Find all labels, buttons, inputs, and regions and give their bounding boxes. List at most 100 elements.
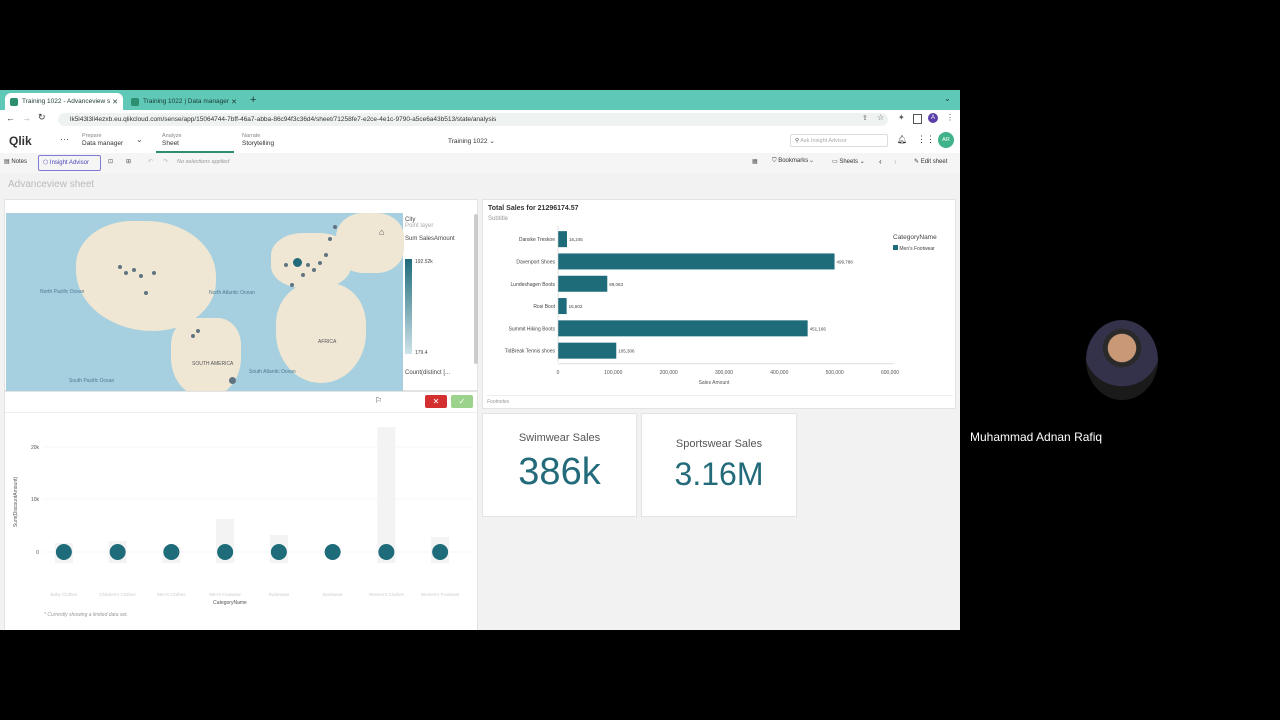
nav-prepare[interactable]: Prepare Data manager [82, 132, 144, 150]
scatter-point[interactable] [217, 544, 234, 560]
insight-advisor-button[interactable]: ⬡ Insight Advisor [38, 155, 101, 171]
browser-menu-icon[interactable]: ⋮ [946, 113, 954, 122]
notes-icon: ▤ [4, 159, 10, 165]
map-point[interactable] [318, 261, 322, 265]
tab-data-manager[interactable]: Training 1022 | Data manager ✕ [126, 93, 242, 110]
map-point[interactable] [144, 291, 148, 295]
map-point[interactable] [293, 258, 302, 267]
home-icon[interactable]: ⌂ [379, 227, 384, 237]
bar-chart[interactable]: Danske Treskoe 16,245 Davenport Shoes 499,7… [483, 222, 957, 392]
map-point[interactable] [196, 329, 200, 333]
bar-legend: CategoryName Men's Footwear [893, 234, 937, 252]
grid-view-icon[interactable]: ▦ [752, 158, 758, 165]
share-icon[interactable]: ⇪ [862, 114, 868, 122]
insight-chart-panel[interactable]: ⚐ ✕ ✓ 20k 10k 0 Sum(DiscountAmount) Baby Clo… [4, 391, 479, 630]
map-point[interactable] [328, 237, 332, 241]
profile-avatar-icon[interactable]: A [928, 113, 938, 123]
sidebar-icon[interactable] [913, 114, 922, 124]
map-point[interactable] [312, 268, 316, 272]
bell-icon[interactable]: 🔔︎ [897, 135, 907, 144]
legend-scrollbar[interactable] [474, 214, 478, 364]
user-avatar[interactable]: AR [938, 132, 954, 148]
scatter-point[interactable] [432, 544, 449, 560]
scatter-point[interactable] [109, 544, 126, 560]
map-point[interactable] [324, 253, 328, 257]
bar[interactable] [558, 253, 835, 270]
more-icon[interactable]: ⋯ [60, 134, 69, 145]
bar[interactable] [558, 298, 567, 315]
bar-legend-title: CategoryName [893, 234, 937, 241]
reload-icon[interactable]: ↻ [38, 112, 46, 123]
notes-button[interactable]: ▤ Notes [4, 158, 27, 165]
scatter-point[interactable] [55, 544, 72, 560]
kpi-sportswear[interactable]: Sportswear Sales 3.16M [641, 413, 797, 517]
next-sheet-icon[interactable]: › [894, 157, 897, 166]
map-point[interactable] [118, 265, 122, 269]
back-icon[interactable]: ← [6, 113, 15, 123]
map-point[interactable] [132, 268, 136, 272]
confirm-button[interactable]: ✓ [451, 395, 473, 408]
close-tab-icon[interactable]: ✕ [231, 98, 237, 106]
map-point[interactable] [152, 271, 156, 275]
scatter-point[interactable] [324, 544, 341, 560]
asia-landmass [336, 213, 404, 273]
close-tab-icon[interactable]: ✕ [112, 98, 118, 106]
map-point[interactable] [124, 271, 128, 275]
app-title[interactable]: Training 1022 ⌄ [448, 137, 495, 145]
bar-category-label: Summit Hiking Boots [509, 326, 556, 332]
scatter-chart[interactable]: 20k 10k 0 Sum(DiscountAmount) Baby Clothes Ch… [5, 412, 477, 617]
insight-advisor-label: Insight Advisor [49, 160, 89, 166]
step-back-icon[interactable]: ↶ [148, 158, 153, 165]
tab-list-chevron-icon[interactable]: ⌄ [944, 94, 951, 103]
forward-icon[interactable]: → [22, 113, 31, 123]
chevron-down-icon[interactable]: ⌄ [136, 135, 143, 144]
map-canvas[interactable]: North Pacific Ocean North Atlantic Ocean… [6, 213, 404, 398]
x-tick-label: Women's Clothes [369, 592, 405, 597]
star-icon[interactable]: ☆ [877, 113, 884, 122]
tab-advanceview[interactable]: Training 1022 - Advanceview s ✕ [5, 93, 123, 110]
map-point[interactable] [301, 273, 305, 277]
scatter-point[interactable] [378, 544, 395, 560]
qlik-logo[interactable]: Qlik [9, 134, 32, 148]
x-tick-label: Children's Clothes [99, 592, 136, 597]
nav-narrate-label: Narrate [242, 133, 261, 139]
map-point[interactable] [139, 274, 143, 278]
comment-icon[interactable]: ⚐ [375, 396, 382, 405]
bar-category-label: TidBreak Tennis shoes [505, 349, 556, 355]
sheets-button[interactable]: ▭ Sheets ⌄ [832, 158, 865, 165]
bookmarks-label: Bookmarks [778, 158, 809, 164]
map-point[interactable] [229, 377, 236, 384]
step-forward-icon[interactable]: ↷ [163, 158, 168, 165]
url-field[interactable]: lk5l43l3ll4ezxb.eu.qlikcloud.com/sense/a… [58, 113, 888, 126]
nav-analyze[interactable]: Analyze Sheet [156, 132, 234, 153]
cancel-button[interactable]: ✕ [425, 395, 447, 408]
map-label: SOUTH AMERICA [192, 361, 234, 367]
previous-sheet-icon[interactable]: ‹ [879, 157, 882, 166]
legend-item: Men's Footwear [899, 246, 935, 252]
ask-insight-search-input[interactable]: ⚲ Ask Insight Advisor [790, 134, 888, 147]
kpi-swimwear[interactable]: Swimwear Sales 386k [482, 413, 637, 517]
smart-search-icon[interactable]: ⊡ [108, 158, 113, 165]
bar[interactable] [558, 231, 567, 248]
bar[interactable] [558, 275, 608, 292]
new-tab-button[interactable]: + [250, 94, 256, 106]
map-point[interactable] [284, 263, 288, 267]
bar[interactable] [558, 320, 808, 337]
extensions-icon[interactable]: ✦ [898, 113, 905, 122]
selection-tool-icon[interactable]: ⊞ [126, 158, 131, 165]
edit-sheet-button[interactable]: ✎ Edit sheet [914, 158, 947, 165]
scatter-point[interactable] [270, 544, 287, 560]
bookmarks-button[interactable]: ⛉ Bookmarks ⌄ [772, 158, 813, 165]
map-point[interactable] [333, 225, 337, 229]
scatter-point[interactable] [163, 544, 180, 560]
bar-value-label: 451,166 [810, 326, 827, 331]
map-point[interactable] [306, 263, 310, 267]
map-point[interactable] [191, 334, 195, 338]
nav-narrate[interactable]: Narrate Storytelling [242, 132, 312, 150]
legend-gradient [405, 259, 412, 354]
map-point[interactable] [290, 283, 294, 287]
bar[interactable] [558, 342, 617, 359]
map-panel[interactable]: North Pacific Ocean North Atlantic Ocean… [4, 199, 478, 398]
bar-chart-panel[interactable]: Total Sales for 21296174.57 Subtitle Dan… [482, 199, 956, 409]
address-bar: ← → ↻ lk5l43l3ll4ezxb.eu.qlikcloud.com/s… [0, 110, 960, 130]
